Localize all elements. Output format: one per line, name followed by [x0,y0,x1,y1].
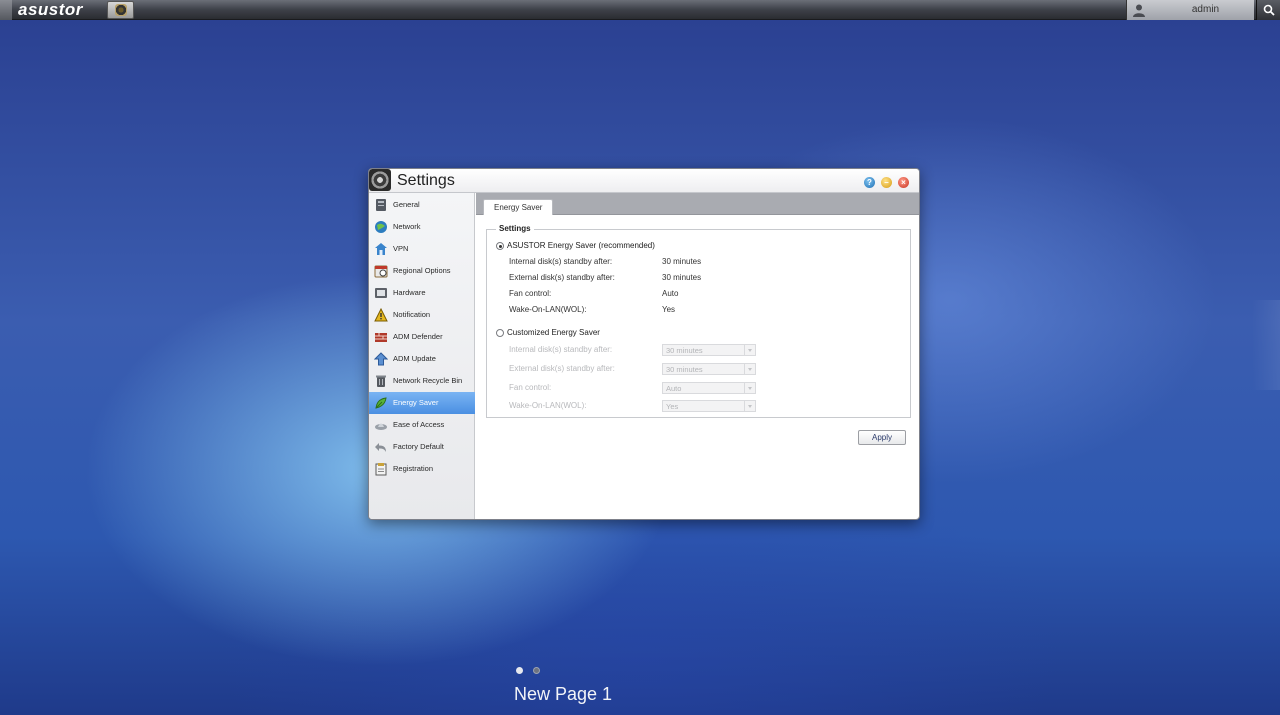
tab-strip: Energy Saver [476,193,919,215]
desktop-page-label: New Page 1 [514,684,613,704]
custom-fan-control-label: Fan control: [509,383,552,392]
sidebar-item-regional-options[interactable]: Regional Options [369,260,475,282]
sidebar-item-hardware[interactable]: Hardware [369,282,475,304]
regional-options-icon [374,265,388,278]
close-button[interactable]: × [898,177,909,188]
tab-energy-saver[interactable]: Energy Saver [483,199,554,215]
sidebar-item-label: General [393,200,420,209]
custom-internal-disk-standby-select[interactable]: 30 minutes [662,344,756,356]
sidebar-item-network-recycle-bin[interactable]: Network Recycle Bin [369,370,475,392]
window-titlebar[interactable]: Settings ? – × [369,169,919,193]
chevron-down-icon [744,345,755,355]
user-menu[interactable]: admin [1126,0,1254,20]
custom-internal-disk-standby-label: Internal disk(s) standby after: [509,345,613,354]
chevron-down-icon [744,401,755,411]
sidebar-item-general[interactable]: General [369,194,475,216]
asustor-logo: asustor [18,0,83,19]
user-name: admin [1191,4,1220,15]
settings-sidebar: General Network VPN Regional Options Har… [369,193,475,519]
search-button[interactable] [1256,0,1280,20]
sidebar-item-label: Notification [393,310,431,319]
page-dot-1[interactable] [516,667,523,674]
custom-wake-on-lan-select[interactable]: Yes [662,400,756,412]
general-icon [376,199,386,211]
settings-content: Energy Saver Settings ASUSTOR Energy Sav… [476,193,919,519]
minimize-button[interactable]: – [881,177,892,188]
sidebar-item-label: Network Recycle Bin [393,376,463,385]
select-value: Auto [666,384,682,393]
sidebar-item-network[interactable]: Network [369,216,475,238]
sidebar-item-energy-saver[interactable]: Energy Saver [369,392,475,414]
sidebar-item-label: VPN [393,244,409,253]
sidebar-item-factory-default[interactable]: Factory Default [369,436,475,458]
sidebar-item-registration[interactable]: Registration [369,458,475,480]
sidebar-item-label: Registration [393,464,434,473]
select-value: Yes [666,402,679,411]
external-disk-standby-value: 30 minutes [662,273,702,282]
custom-external-disk-standby-label: External disk(s) standby after: [509,364,615,373]
help-icon: ? [867,178,872,187]
sidebar-item-label: Factory Default [393,442,444,451]
sidebar-item-label: ADM Update [393,354,436,363]
settings-group-legend: Settings [496,224,534,233]
next-page-handle[interactable] [1252,300,1280,390]
custom-wake-on-lan-label: Wake-On-LAN(WOL): [509,401,587,410]
sidebar-item-label: Energy Saver [393,398,439,407]
settings-window: Settings ? – × General Network VPN Regio… [368,168,920,520]
top-bar: asustor admin [0,0,1280,20]
sidebar-item-label: Regional Options [393,266,451,275]
sidebar-item-label: Ease of Access [393,420,445,429]
window-title: Settings [397,172,455,189]
recycle-bin-icon [376,375,386,387]
customized-energy-saver-label[interactable]: Customized Energy Saver [507,328,600,337]
chevron-down-icon [744,364,755,374]
adm-update-icon [374,352,388,366]
hardware-icon [375,288,387,298]
notification-icon [374,308,388,322]
page-dot-2[interactable] [533,667,540,674]
help-button[interactable]: ? [864,177,875,188]
ease-of-access-icon [375,423,387,430]
factory-default-icon [375,443,386,452]
sidebar-item-ease-of-access[interactable]: Ease of Access [369,414,475,436]
select-value: 30 minutes [666,365,703,374]
sidebar-item-vpn[interactable]: VPN [369,238,475,260]
close-icon: × [901,178,906,187]
network-icon [375,221,387,233]
apply-button[interactable]: Apply [858,430,906,445]
minimize-icon: – [884,178,889,187]
custom-fan-control-select[interactable]: Auto [662,382,756,394]
external-disk-standby-label: External disk(s) standby after: [509,273,615,282]
fan-control-value: Auto [662,289,679,298]
wake-on-lan-value: Yes [662,305,676,314]
settings-app-taskbar-icon[interactable] [107,1,134,19]
recommended-energy-saver-label[interactable]: ASUSTOR Energy Saver (recommended) [507,241,655,250]
sidebar-item-notification[interactable]: Notification [369,304,475,326]
sidebar-item-adm-defender[interactable]: ADM Defender [369,326,475,348]
chevron-down-icon [744,383,755,393]
sidebar-item-label: Hardware [393,288,426,297]
custom-external-disk-standby-select[interactable]: 30 minutes [662,363,756,375]
taskbar-grip[interactable] [0,0,12,20]
search-icon [1263,4,1275,16]
recommended-energy-saver-radio[interactable] [496,242,504,250]
settings-group: Settings ASUSTOR Energy Saver (recommend… [486,224,911,418]
sidebar-item-label: ADM Defender [393,332,443,341]
registration-icon [375,463,387,476]
wake-on-lan-label: Wake-On-LAN(WOL): [509,305,587,314]
fan-control-label: Fan control: [509,289,552,298]
settings-app-icon [369,169,391,191]
internal-disk-standby-value: 30 minutes [662,257,702,266]
energy-saver-icon [375,397,387,409]
user-icon [1133,4,1145,17]
internal-disk-standby-label: Internal disk(s) standby after: [509,257,613,266]
sidebar-item-adm-update[interactable]: ADM Update [369,348,475,370]
vpn-icon [375,243,387,255]
select-value: 30 minutes [666,346,703,355]
adm-defender-icon [375,333,387,342]
customized-energy-saver-radio[interactable] [496,329,504,337]
sidebar-item-label: Network [393,222,421,231]
